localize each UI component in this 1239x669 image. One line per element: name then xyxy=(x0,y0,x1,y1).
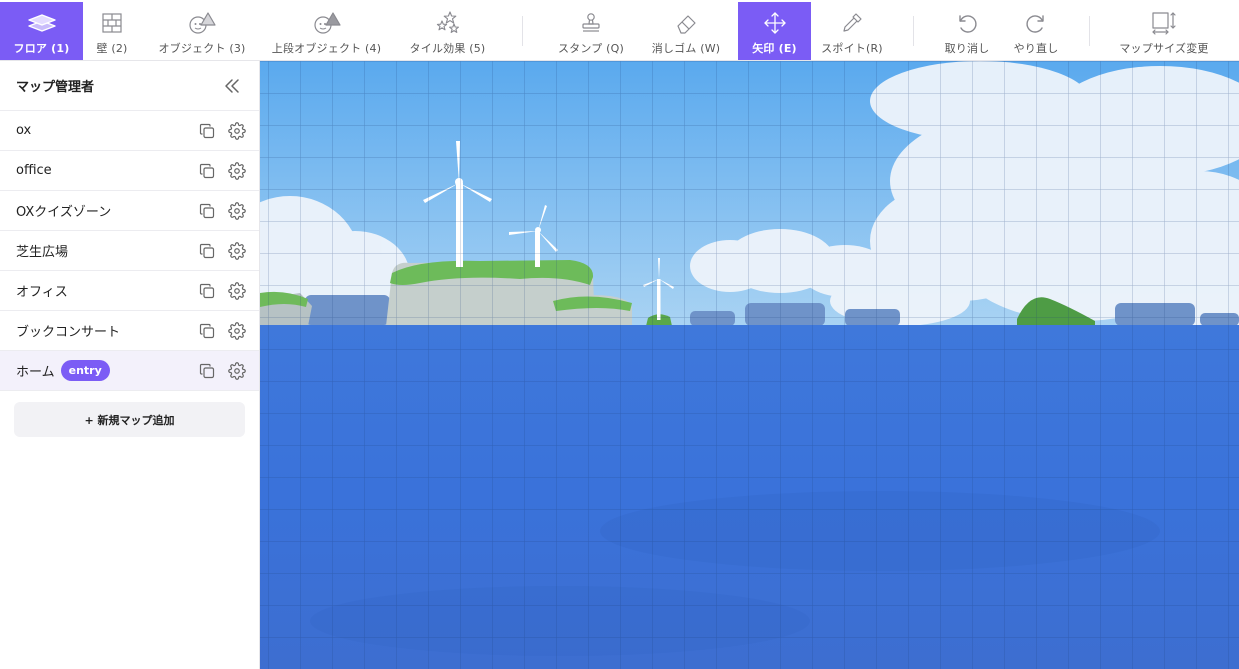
move-arrows-icon xyxy=(763,11,787,35)
map-list-item[interactable]: ホーム entry xyxy=(0,351,259,391)
tool-redo[interactable]: やり直し xyxy=(1005,2,1067,60)
gear-icon[interactable] xyxy=(227,321,247,341)
tool-wall[interactable]: 壁 (2) xyxy=(83,2,141,60)
tool-label: スポイト(R) xyxy=(821,42,883,55)
tool-label: 取り消し xyxy=(944,42,990,55)
duplicate-icon[interactable] xyxy=(197,241,217,261)
map-list-item[interactable]: OXクイズゾーン xyxy=(0,191,259,231)
toolbar-divider xyxy=(1089,16,1090,46)
toolbar-divider xyxy=(913,16,914,46)
layers-icon xyxy=(27,11,57,35)
tool-label: 矢印 (E) xyxy=(752,42,797,55)
resize-map-icon xyxy=(1150,11,1178,35)
tool-label: オブジェクト (3) xyxy=(158,42,246,55)
tool-label: 上段オブジェクト (4) xyxy=(271,42,382,55)
upper-object-shapes-icon xyxy=(312,11,342,35)
tool-arrow[interactable]: 矢印 (E) xyxy=(738,2,811,60)
map-scene xyxy=(260,61,1239,669)
gear-icon[interactable] xyxy=(227,161,247,181)
gear-icon[interactable] xyxy=(227,361,247,381)
tool-label: タイル効果 (5) xyxy=(409,42,486,55)
map-name: 芝生広場 xyxy=(16,245,69,260)
tool-resize-map[interactable]: マップサイズ変更 xyxy=(1113,2,1215,60)
map-name: office xyxy=(16,163,52,178)
map-name: ox xyxy=(16,123,32,138)
map-name: OXクイズゾーン xyxy=(16,205,112,220)
tool-upper-object[interactable]: 上段オブジェクト (4) xyxy=(263,2,390,60)
duplicate-icon[interactable] xyxy=(197,121,217,141)
map-list-item[interactable]: 芝生広場 xyxy=(0,231,259,271)
tool-stamp[interactable]: スタンプ (Q) xyxy=(548,2,634,60)
duplicate-icon[interactable] xyxy=(197,201,217,221)
gear-icon[interactable] xyxy=(227,121,247,141)
map-name: ホーム xyxy=(16,365,55,380)
tool-label: マップサイズ変更 xyxy=(1119,42,1209,55)
map-manager-sidebar: マップ管理者 ox office OXクイズゾーン 芝生広場 オフィス ブックコ… xyxy=(0,61,260,669)
duplicate-icon[interactable] xyxy=(197,361,217,381)
grid-overlay xyxy=(260,61,1239,669)
entry-badge: entry xyxy=(60,360,110,381)
tool-label: 消しゴム (W) xyxy=(651,42,721,55)
sidebar-title: マップ管理者 xyxy=(16,80,95,95)
object-shapes-icon xyxy=(187,11,217,35)
map-list-item[interactable]: ブックコンサート xyxy=(0,311,259,351)
eraser-icon xyxy=(674,11,698,35)
tool-undo[interactable]: 取り消し xyxy=(936,2,998,60)
map-name: ブックコンサート xyxy=(16,325,121,340)
redo-icon xyxy=(1024,11,1048,35)
map-list: ox office OXクイズゾーン 芝生広場 オフィス ブックコンサート ホー… xyxy=(0,111,259,391)
brick-wall-icon xyxy=(101,11,123,35)
map-list-item[interactable]: オフィス xyxy=(0,271,259,311)
map-list-item[interactable]: ox xyxy=(0,111,259,151)
duplicate-icon[interactable] xyxy=(197,161,217,181)
tool-label: 壁 (2) xyxy=(96,42,128,55)
map-canvas[interactable] xyxy=(260,61,1239,669)
toolbar-divider xyxy=(522,16,523,46)
gear-icon[interactable] xyxy=(227,241,247,261)
tool-label: スタンプ (Q) xyxy=(557,42,624,55)
map-list-item[interactable]: office xyxy=(0,151,259,191)
gear-icon[interactable] xyxy=(227,281,247,301)
tool-label: フロア (1) xyxy=(13,42,70,55)
sidebar-header: マップ管理者 xyxy=(0,61,259,111)
gear-icon[interactable] xyxy=(227,201,247,221)
add-map-button[interactable]: + 新規マップ追加 xyxy=(14,402,245,437)
tool-tile-effect[interactable]: タイル効果 (5) xyxy=(390,2,505,60)
toolbar: フロア (1) 壁 (2) オブジェクト (3) 上段オブジェクト (4) タイ… xyxy=(0,0,1239,61)
tool-floor[interactable]: フロア (1) xyxy=(0,2,83,60)
tool-object[interactable]: オブジェクト (3) xyxy=(141,2,263,60)
sparkle-stars-icon xyxy=(435,11,461,35)
eyedropper-icon xyxy=(841,11,863,35)
map-name: オフィス xyxy=(16,285,68,300)
tool-eraser[interactable]: 消しゴム (W) xyxy=(641,2,731,60)
stamp-icon xyxy=(580,11,602,35)
duplicate-icon[interactable] xyxy=(197,281,217,301)
collapse-sidebar-button[interactable] xyxy=(221,75,243,97)
double-chevron-left-icon xyxy=(225,78,239,93)
tool-eyedropper[interactable]: スポイト(R) xyxy=(811,2,893,60)
undo-icon xyxy=(955,11,979,35)
duplicate-icon[interactable] xyxy=(197,321,217,341)
tool-label: やり直し xyxy=(1013,42,1059,55)
